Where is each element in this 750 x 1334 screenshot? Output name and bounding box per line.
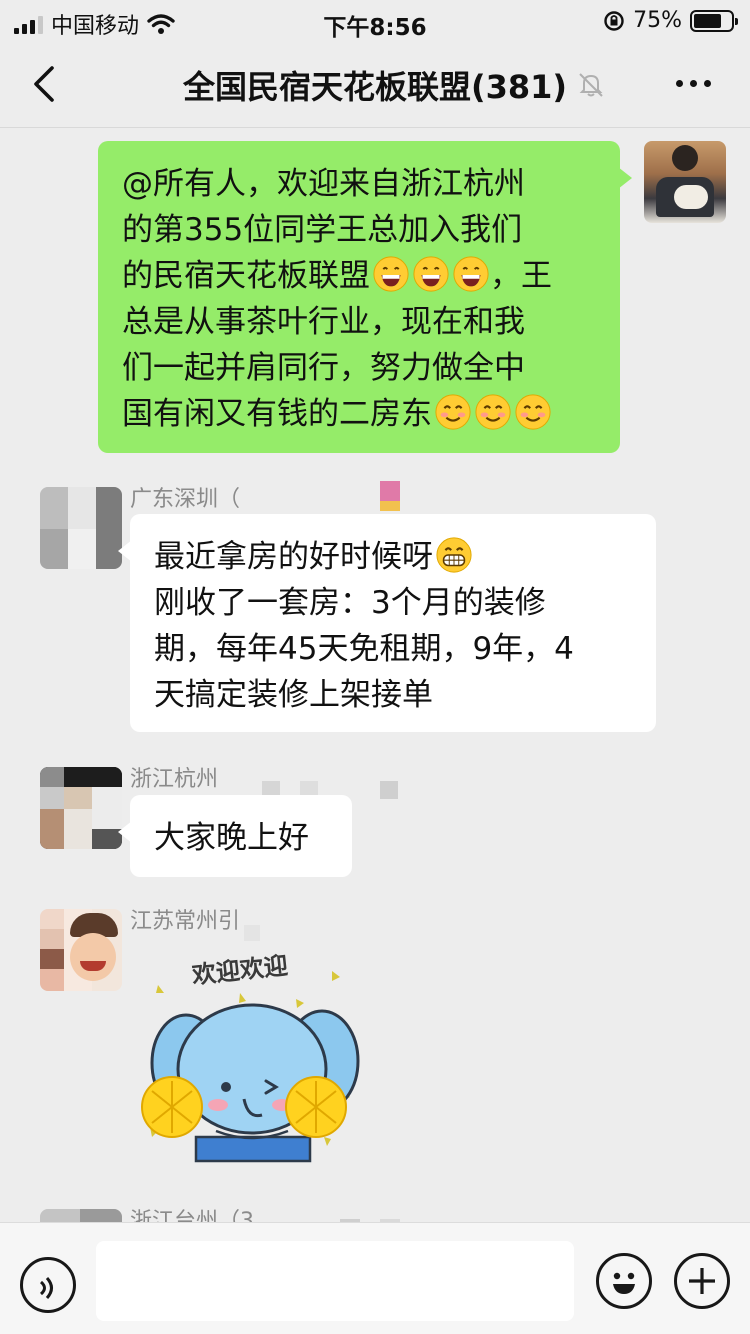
sender-avatar-guangdong[interactable] [40,487,122,569]
battery-percent: 75% [633,8,682,33]
message-line: 最近拿房的好时候呀 [154,534,632,580]
smile-icon [613,1272,635,1294]
status-right: 75% [603,8,738,33]
message-text: 们一起并肩同行，努力做全中 [122,350,525,386]
message-text: 的第355位同学王总加入我们 [122,212,523,248]
smile-blush-emoji-icon [435,394,471,430]
redacted-block [380,481,400,501]
grin-emoji-icon [453,256,489,292]
input-bar [0,1222,750,1334]
redacted-block [380,781,398,799]
sender-name: 江苏常州引 [130,909,241,934]
message-text: 天搞定装修上架接单 [154,677,433,713]
grinning-teeth-emoji-icon [436,537,472,573]
grin-emoji-icon [413,256,449,292]
voice-icon [39,1276,53,1300]
smile-blush-emoji-icon [515,394,551,430]
message-text: 国有闲又有钱的二房东 [122,396,432,432]
sender-avatar-hangzhou[interactable] [40,767,122,849]
battery-icon [690,9,738,32]
message-line: 国有闲又有钱的二房东 [122,391,596,437]
message-line: 的民宿天花板联盟 ，王 [122,253,596,299]
sender-avatar-taizhou[interactable] [40,1209,122,1222]
chat-title: 全国民宿天花板联盟(381) [0,62,750,108]
mute-bell-icon [579,73,603,97]
orientation-lock-icon [604,10,624,31]
grin-emoji-icon [373,256,409,292]
message-text: 最近拿房的好时候呀 [154,539,433,575]
sticker-caption: 欢迎欢迎 [190,952,289,990]
message-text: 期，每年45天免租期，9年，4 [154,631,574,667]
status-bar: 中国移动 下午8:56 75% [0,0,750,41]
message-bubble-guangdong[interactable]: 最近拿房的好时候呀 刚收了一套房：3个月的装修 期，每年45天免租期，9年，4 … [118,514,656,732]
message-bubble-hangzhou[interactable]: 大家晚上好 [118,795,352,877]
message-text: ，王 [490,258,552,294]
sender-name: 广东深圳（ [130,487,241,512]
message-input[interactable] [96,1241,574,1321]
chat-title-text: 全国民宿天花板联盟(381) [182,68,568,106]
chat-header: 全国民宿天花板联盟(381) [0,40,750,128]
more-functions-button[interactable] [674,1253,730,1309]
sender-name: 浙江杭州 [130,767,219,792]
smile-blush-emoji-icon [475,394,511,430]
more-options-icon[interactable] [676,68,716,98]
message-text: @所有人，欢迎来自浙江杭州 [122,166,525,202]
message-bubble-welcome[interactable]: @所有人，欢迎来自浙江杭州 的第355位同学王总加入我们 的民宿天花板联盟 ，王 … [98,141,632,453]
message-text: 大家晚上好 [154,820,309,856]
redacted-block [380,501,400,511]
sender-name: 浙江台州（3 [130,1209,254,1222]
message-list[interactable]: @所有人，欢迎来自浙江杭州 的第355位同学王总加入我们 的民宿天花板联盟 ，王 … [0,129,750,1222]
redacted-block [244,925,260,941]
welcome-elephant-sticker[interactable]: 欢迎欢迎 [136,941,372,1165]
message-text: 总是从事茶叶行业，现在和我 [122,304,525,340]
sender-avatar-changzhou[interactable] [40,909,122,991]
message-text: 刚收了一套房：3个月的装修 [154,585,546,621]
voice-input-button[interactable] [20,1257,76,1313]
plus-icon [689,1268,715,1294]
message-text: 的民宿天花板联盟 [122,258,370,294]
emoji-button[interactable] [596,1253,652,1309]
my-avatar[interactable] [644,141,726,223]
